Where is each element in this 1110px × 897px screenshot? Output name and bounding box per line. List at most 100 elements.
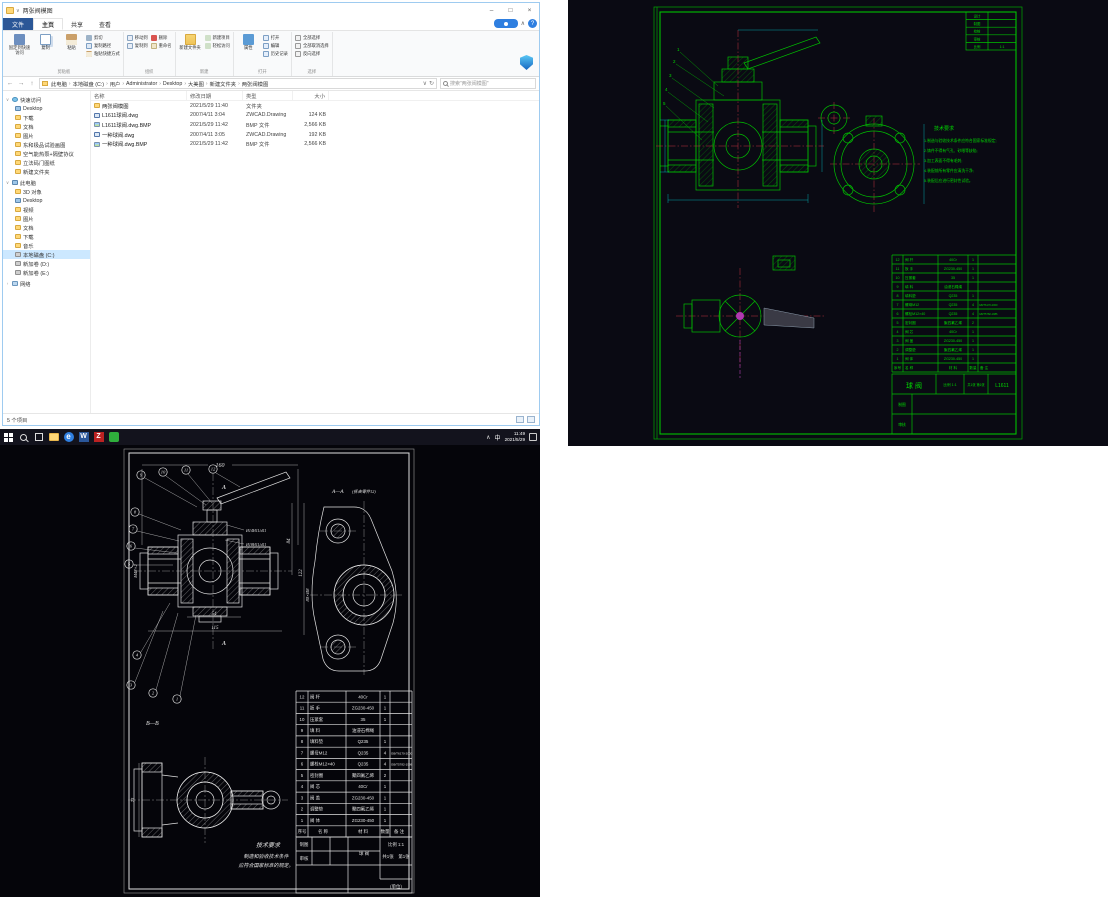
properties-icon xyxy=(242,34,254,45)
promo-badge[interactable] xyxy=(493,19,518,28)
breadcrumb[interactable]: 此电脑 本地磁盘 (C:) 用户 Administrator Desktop 大… xyxy=(39,78,437,89)
svg-text:3.加工表面不得有毛刺;: 3.加工表面不得有毛刺; xyxy=(924,158,962,163)
select-none-button[interactable]: 全部取消选择 xyxy=(294,43,329,49)
file-row[interactable]: 两张阀模图 2021/5/29 11:40 文件夹 xyxy=(91,101,539,111)
file-row[interactable]: 一种球阀.dwg.BMP 2021/5/29 11:42 BMP 文件 2,56… xyxy=(91,139,539,149)
paste-button[interactable]: 粘贴 xyxy=(60,33,83,57)
navigation-pane: 快速访问 Desktop 下载 文档 图片 东和极品试验画图 空气能热泵+隔壁协… xyxy=(3,91,91,413)
crumb[interactable]: 用户 xyxy=(109,80,122,88)
crumb[interactable]: Administrator xyxy=(125,81,158,87)
word-button[interactable]: W xyxy=(78,432,89,443)
tab-home[interactable]: 主页 xyxy=(33,18,64,30)
task-view-button[interactable] xyxy=(33,432,44,443)
nav-item-downloads[interactable]: 下载 xyxy=(3,232,90,241)
close-button[interactable]: × xyxy=(520,3,539,18)
svg-text:1:1: 1:1 xyxy=(1000,45,1005,49)
qat-chevron-icon[interactable]: ∨ xyxy=(16,8,20,14)
search-button[interactable] xyxy=(18,432,29,443)
up-button[interactable]: ↑ xyxy=(28,80,36,87)
copy-to-button[interactable]: 复制到 xyxy=(126,43,148,49)
forward-button[interactable]: → xyxy=(17,80,25,87)
properties-button[interactable]: 属性 xyxy=(237,33,260,57)
nav-item-desktop[interactable]: Desktop xyxy=(3,196,90,205)
crumb[interactable]: 大美图 xyxy=(187,80,205,88)
delete-button[interactable]: 删除 xyxy=(150,35,172,41)
help-icon[interactable]: ? xyxy=(528,19,537,28)
nav-item-folder[interactable]: 立法码门图纸 xyxy=(3,158,90,167)
search-input[interactable]: 搜索"两张阀模图" xyxy=(440,78,536,89)
crumb[interactable]: 此电脑 xyxy=(50,80,68,88)
clock[interactable]: 11:49 2021/5/29 xyxy=(505,431,525,442)
title-bar[interactable]: ∨ 两张阀模图 – □ × xyxy=(3,3,539,18)
nav-item-folder[interactable]: 空气能热泵+隔壁协议 xyxy=(3,149,90,158)
details-view-icon[interactable] xyxy=(516,416,524,423)
notification-icon[interactable] xyxy=(529,433,537,441)
rename-button[interactable]: 重命名 xyxy=(150,43,172,49)
nav-item-pictures[interactable]: 图片 xyxy=(3,131,90,140)
nav-item-downloads[interactable]: 下载 xyxy=(3,113,90,122)
thumbnails-view-icon[interactable] xyxy=(527,416,535,423)
nav-quick-access[interactable]: 快速访问 xyxy=(3,95,90,104)
column-size[interactable]: 大小 xyxy=(293,91,329,100)
svg-text:7螺母M12Q2354GB/T6170-2000: 7 螺母M12 Q235 4 GB/T6170-2000 xyxy=(301,750,413,757)
easy-access-button[interactable]: 轻松访问 xyxy=(204,43,230,49)
minimize-button[interactable]: – xyxy=(482,3,501,18)
copy-button[interactable]: 复制 xyxy=(34,33,57,57)
nav-item-volume-d[interactable]: 新加卷 (D:) xyxy=(3,259,90,268)
edit-button[interactable]: 编辑 xyxy=(262,43,288,49)
browser-button[interactable]: e xyxy=(63,432,74,443)
svg-text:5.装配后应进行密封性试验。: 5.装配后应进行密封性试验。 xyxy=(924,178,973,183)
collapse-ribbon-icon[interactable]: ∧ xyxy=(521,20,525,27)
nav-item-desktop[interactable]: Desktop xyxy=(3,104,90,113)
nav-item-local-disk-c[interactable]: 本地磁盘 (C:) xyxy=(3,250,90,259)
cut-button[interactable]: 剪切 xyxy=(86,35,120,41)
column-type[interactable]: 类型 xyxy=(243,91,293,100)
pin-quick-access-button[interactable]: 固定到快速访问 xyxy=(8,33,31,57)
nav-item-documents[interactable]: 文档 xyxy=(3,122,90,131)
new-folder-button[interactable]: 新建文件夹 xyxy=(179,33,202,51)
tab-share[interactable]: 共享 xyxy=(63,18,91,30)
file-row[interactable]: L1611球阀.dwg.BMP 2021/5/29 11:42 BMP 文件 2… xyxy=(91,120,539,130)
security-shield-icon[interactable] xyxy=(520,55,533,70)
crumb[interactable]: Desktop xyxy=(162,81,183,87)
maximize-button[interactable]: □ xyxy=(501,3,520,18)
column-date[interactable]: 修改日期 xyxy=(187,91,243,100)
svg-text:B—B: B—B xyxy=(146,721,159,727)
nav-item-videos[interactable]: 视频 xyxy=(3,205,90,214)
move-to-button[interactable]: 移动到 xyxy=(126,35,148,41)
nav-item-music[interactable]: 音乐 xyxy=(3,241,90,250)
crumb[interactable]: 新建文件夹 xyxy=(209,80,238,88)
nav-item-documents[interactable]: 文档 xyxy=(3,223,90,232)
nav-item-pictures[interactable]: 图片 xyxy=(3,214,90,223)
dropdown-icon[interactable]: ∨ xyxy=(423,80,427,87)
nav-this-pc[interactable]: 此电脑 xyxy=(3,178,90,187)
select-all-button[interactable]: 全部选择 xyxy=(294,35,329,41)
file-row[interactable]: 一种球阀.dwg 2007/4/11 3:05 ZWCAD.Drawing 19… xyxy=(91,130,539,140)
nav-item-volume-e[interactable]: 新加卷 (E:) xyxy=(3,268,90,277)
nav-network[interactable]: 网络 xyxy=(3,279,90,288)
crumb[interactable]: 两张阀模图 xyxy=(241,80,270,88)
file-row[interactable]: L1611球阀.dwg 2007/4/11 3:04 ZWCAD.Drawing… xyxy=(91,111,539,121)
nav-item-3d-objects[interactable]: 3D 对象 xyxy=(3,187,90,196)
chat-app-button[interactable] xyxy=(108,432,119,443)
downloads-icon xyxy=(15,115,21,120)
paste-shortcut-button[interactable]: 粘贴快捷方式 xyxy=(86,51,120,57)
history-button[interactable]: 历史记录 xyxy=(262,51,288,57)
language-indicator[interactable]: 中 xyxy=(495,433,501,442)
invert-selection-button[interactable]: 反向选择 xyxy=(294,51,329,57)
crumb[interactable]: 本地磁盘 (C:) xyxy=(72,80,105,88)
nav-item-folder[interactable]: 东和极品试验画图 xyxy=(3,140,90,149)
refresh-icon[interactable]: ↻ xyxy=(429,80,434,87)
tab-view[interactable]: 查看 xyxy=(91,18,119,30)
tray-expand-icon[interactable]: ∧ xyxy=(486,434,490,441)
column-name[interactable]: 名称 xyxy=(91,91,187,100)
nav-item-folder[interactable]: 新建文件夹 xyxy=(3,167,90,176)
cad-app-button[interactable]: Z xyxy=(93,432,104,443)
file-explorer-button[interactable] xyxy=(48,432,59,443)
start-button[interactable] xyxy=(3,432,14,443)
back-button[interactable]: ← xyxy=(6,80,14,87)
open-button[interactable]: 打开 xyxy=(262,35,288,41)
new-item-button[interactable]: 新建项目 xyxy=(204,35,230,41)
tab-file[interactable]: 文件 xyxy=(3,18,34,30)
copy-path-button[interactable]: 复制路径 xyxy=(86,43,120,49)
